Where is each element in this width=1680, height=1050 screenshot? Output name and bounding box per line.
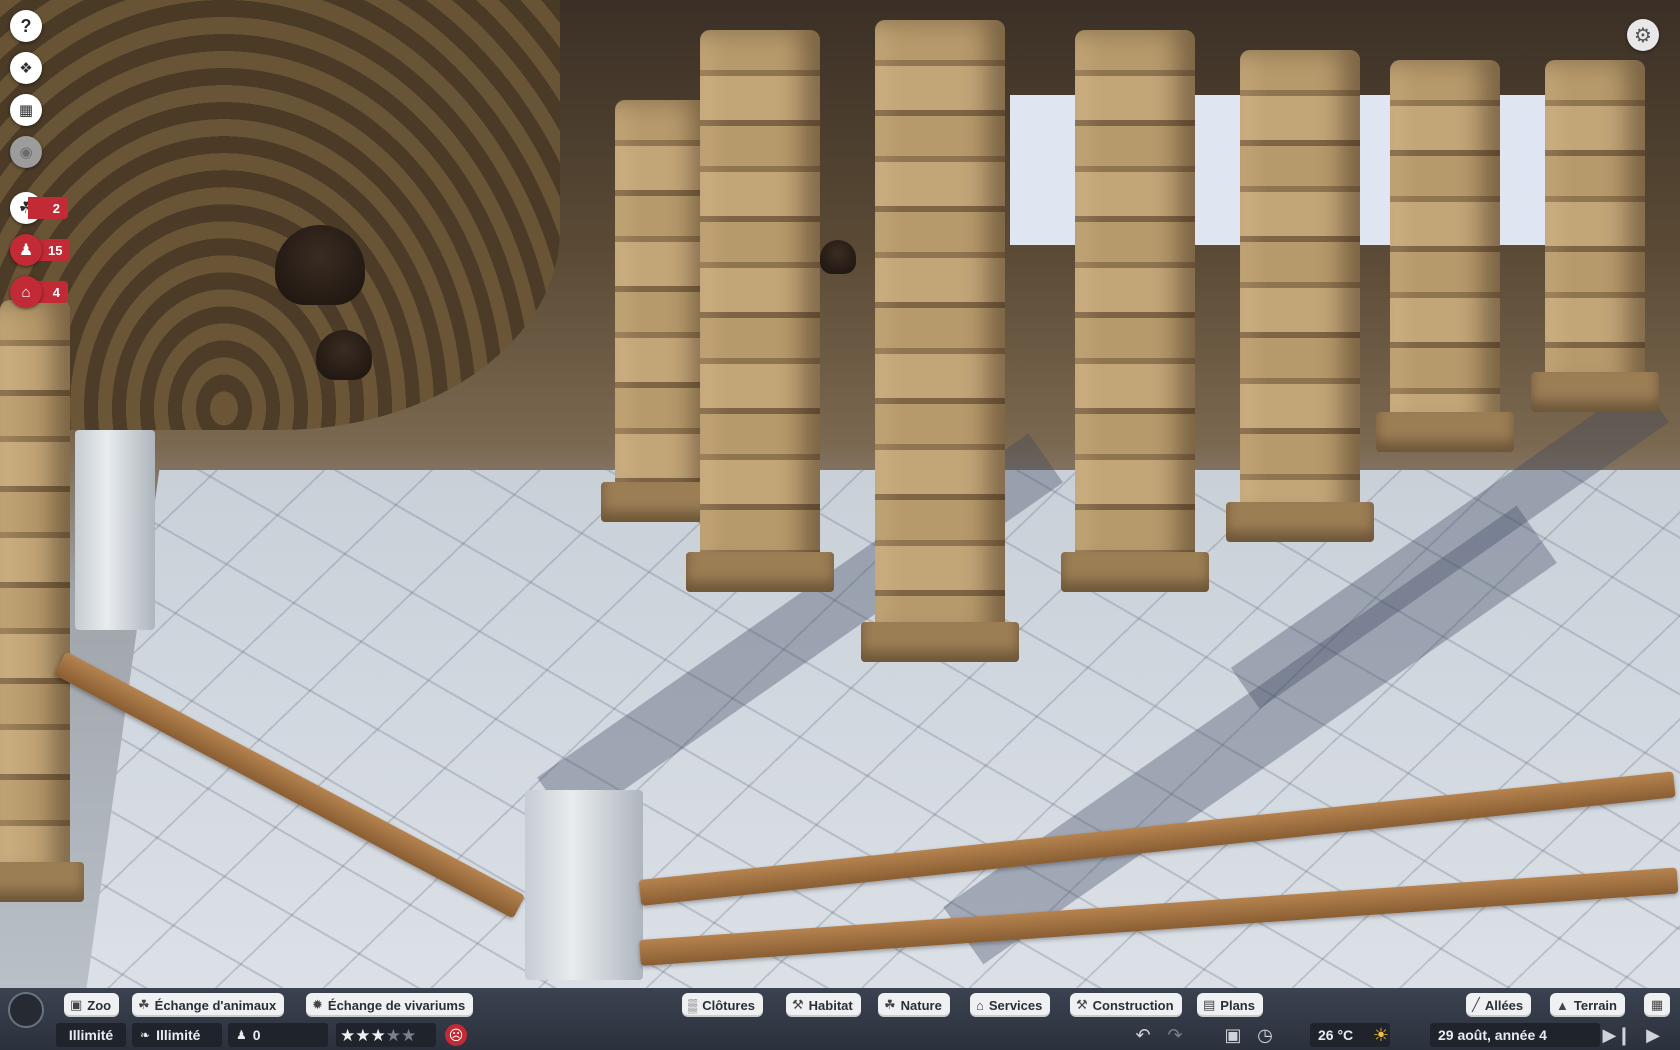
sad-face-icon[interactable]: ☹ bbox=[445, 1024, 467, 1046]
gear-icon: ⚙ bbox=[1634, 24, 1652, 47]
grid-icon: ▦ bbox=[1650, 997, 1664, 1012]
bottom-toolbar: ▣ Zoo ☘ Échange d'animaux ✹ Échange de viva… bbox=[0, 988, 1680, 1050]
vivarium-exchange-label: Échange de vivariums bbox=[327, 997, 466, 1013]
path-icon: ╱ bbox=[1472, 997, 1480, 1012]
railing-post bbox=[525, 790, 643, 980]
hanging-lantern bbox=[316, 330, 372, 380]
temperature-value: 26 °C bbox=[1318, 1027, 1354, 1043]
paw-icon: ☘ bbox=[138, 997, 150, 1012]
habitat-icon: ⚒ bbox=[792, 997, 804, 1012]
zoo-rating-stars[interactable]: ★ ★ ★ ★ ★ bbox=[336, 1023, 436, 1047]
shop-icon: ⌂ bbox=[21, 283, 31, 301]
paths-button[interactable]: ╱ Allées bbox=[1466, 993, 1532, 1017]
guests-icon: ♟ bbox=[236, 1028, 247, 1042]
services-label: Services bbox=[988, 997, 1043, 1013]
construction-label: Construction bbox=[1092, 997, 1174, 1013]
undo-icon: ↶ bbox=[1135, 1024, 1151, 1045]
calendar-icon: ▦ bbox=[18, 102, 34, 119]
vivarium-exchange-button[interactable]: ✹ Échange de vivariums bbox=[306, 993, 474, 1017]
fence-icon: ▒ bbox=[688, 997, 698, 1013]
paths-label: Allées bbox=[1484, 997, 1524, 1013]
terrain-label: Terrain bbox=[1573, 997, 1617, 1013]
plans-label: Plans bbox=[1220, 997, 1255, 1013]
play-pause-icon: ▶❙ bbox=[1602, 1024, 1632, 1045]
money-value: Illimité bbox=[68, 1027, 114, 1043]
blueprint-icon: ▤ bbox=[1203, 997, 1216, 1012]
temple-pillar bbox=[1376, 60, 1514, 452]
terrain-button[interactable]: ▲ Terrain bbox=[1550, 993, 1625, 1017]
temple-pillar bbox=[686, 30, 834, 592]
clock-icon: ◷ bbox=[1257, 1024, 1273, 1045]
visibility-button[interactable]: ◉ bbox=[10, 136, 42, 168]
paw-frame-icon: ❖ bbox=[19, 60, 33, 77]
redo-icon: ↷ bbox=[1167, 1024, 1183, 1045]
help-button[interactable]: ? bbox=[10, 10, 42, 42]
photo-mode-button[interactable]: ▣ bbox=[1220, 1023, 1246, 1047]
build-menu-row: ▣ Zoo ☘ Échange d'animaux ✹ Échange de viva… bbox=[0, 990, 1680, 1020]
play-speed-button[interactable]: ▶❙ bbox=[1602, 1023, 1632, 1047]
star-filled-icon: ★ bbox=[370, 1025, 386, 1045]
shop-icon: ⌂ bbox=[976, 997, 984, 1013]
zoo-overview-button[interactable]: ❖ bbox=[10, 52, 42, 84]
zoo-label: Zoo bbox=[87, 997, 112, 1013]
services-button[interactable]: ⌂ Services bbox=[970, 993, 1051, 1017]
star-filled-icon: ★ bbox=[355, 1025, 371, 1045]
hanging-lantern bbox=[275, 225, 365, 305]
zoo-button[interactable]: ▣ Zoo bbox=[64, 993, 120, 1017]
question-icon: ? bbox=[20, 15, 32, 36]
animal-exchange-label: Échange d'animaux bbox=[154, 997, 277, 1013]
terrain-icon: ▲ bbox=[1556, 997, 1569, 1013]
nature-label: Nature bbox=[900, 997, 942, 1013]
temple-pillar bbox=[1226, 50, 1374, 542]
palm-tree-icon: ☘ bbox=[884, 997, 896, 1012]
star-filled-icon: ★ bbox=[340, 1025, 356, 1045]
sun-weather-icon: ☀ bbox=[1372, 1024, 1390, 1045]
calendar-button[interactable]: ▦ bbox=[10, 94, 42, 126]
plans-button[interactable]: ▤ Plans bbox=[1197, 993, 1263, 1017]
leaf-icon: ❧ bbox=[140, 1028, 151, 1042]
fences-button[interactable]: ▒ Clôtures bbox=[682, 993, 763, 1017]
staff-alert-button[interactable]: ♟ bbox=[10, 234, 42, 266]
camera-icon: ▣ bbox=[1224, 1024, 1242, 1045]
arched-ceiling bbox=[0, 0, 560, 430]
temple-pillar bbox=[1531, 60, 1659, 412]
construction-icon: ⚒ bbox=[1076, 997, 1088, 1012]
facilities-alert-button[interactable]: ⌂ bbox=[10, 276, 42, 308]
animal-exchange-button[interactable]: ☘ Échange d'animaux bbox=[132, 993, 285, 1017]
more-tools-button[interactable]: ▦ bbox=[1644, 993, 1670, 1017]
eye-icon: ◉ bbox=[19, 144, 33, 161]
habitat-button[interactable]: ⚒ Habitat bbox=[786, 993, 861, 1017]
research-value: Illimité bbox=[156, 1027, 201, 1043]
money-display[interactable]: Illimité bbox=[56, 1023, 126, 1047]
undo-button[interactable]: ↶ bbox=[1130, 1023, 1156, 1047]
zoo-icon: ▣ bbox=[70, 997, 83, 1012]
bug-icon: ✹ bbox=[312, 997, 323, 1012]
play-icon: ▶ bbox=[1646, 1024, 1660, 1045]
construction-button[interactable]: ⚒ Construction bbox=[1070, 993, 1182, 1017]
temple-pillar bbox=[861, 20, 1019, 662]
guests-value: 0 bbox=[252, 1027, 261, 1043]
person-icon: ♟ bbox=[18, 242, 34, 259]
star-empty-icon: ★ bbox=[385, 1025, 401, 1045]
animals-alert-count: 2 bbox=[28, 197, 68, 219]
railing-post bbox=[75, 430, 155, 630]
temple-pillar bbox=[0, 300, 84, 902]
star-empty-icon: ★ bbox=[401, 1025, 417, 1045]
settings-button[interactable]: ⚙ bbox=[1627, 19, 1659, 51]
nature-button[interactable]: ☘ Nature bbox=[878, 993, 950, 1017]
redo-button[interactable]: ↷ bbox=[1162, 1023, 1188, 1047]
time-of-day-button[interactable]: ◷ bbox=[1252, 1023, 1278, 1047]
date-display: 29 août, année 4 bbox=[1430, 1023, 1600, 1047]
temple-pillar bbox=[1061, 30, 1209, 592]
date-value: 29 août, année 4 bbox=[1438, 1027, 1547, 1043]
status-row: Illimité ❧ Illimité ♟ 0 ★ ★ ★ ★ ★ ☹ ↶ ↷ ▣ ◷ 26… bbox=[0, 1021, 1680, 1049]
hanging-lantern bbox=[820, 240, 856, 274]
temple-pillar bbox=[601, 100, 724, 522]
game-viewport[interactable] bbox=[0, 0, 1680, 988]
research-display[interactable]: ❧ Illimité bbox=[132, 1023, 222, 1047]
fast-forward-button[interactable]: ▶ bbox=[1640, 1023, 1666, 1047]
habitat-label: Habitat bbox=[808, 997, 853, 1013]
guests-display[interactable]: ♟ 0 bbox=[228, 1023, 328, 1047]
fences-label: Clôtures bbox=[702, 997, 755, 1013]
